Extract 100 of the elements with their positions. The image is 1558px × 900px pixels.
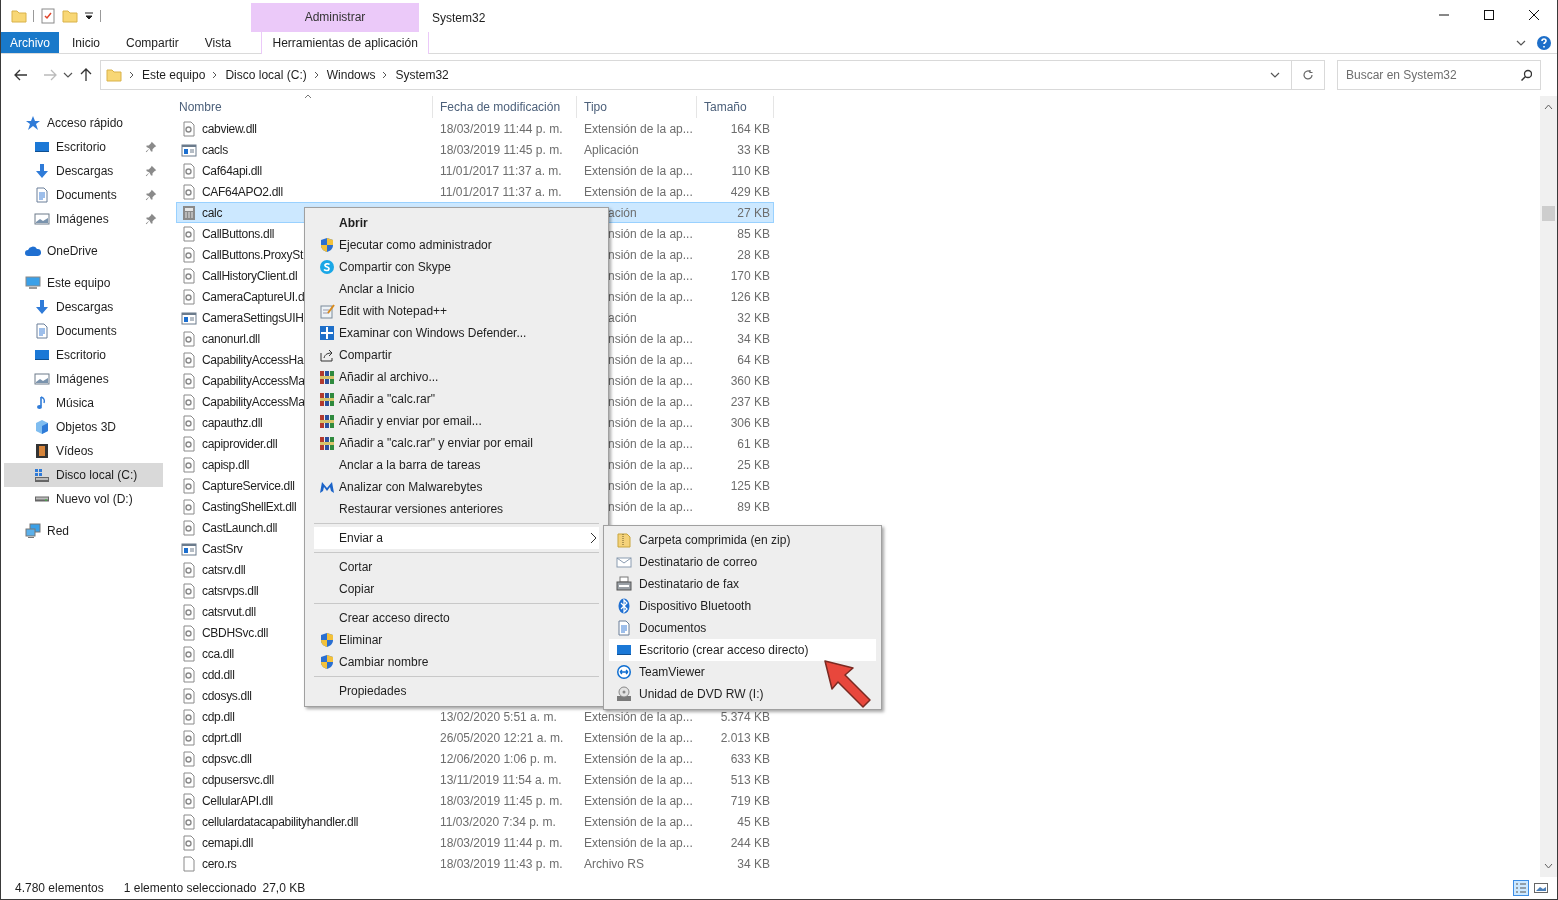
file-type: Extensión de la ap... [584, 163, 693, 178]
file-name: cca.dll [202, 645, 234, 663]
modified-date: 13/02/2020 5:51 a. m. [440, 709, 557, 724]
file-size: 28 KB [737, 247, 770, 262]
file-type: nsión de la ap... [608, 436, 693, 451]
file-size: 719 KB [730, 793, 770, 808]
file-type: Extensión de la ap... [584, 709, 693, 724]
file-name: CBDHSvc.dll [202, 624, 269, 642]
file-type: nsión de la ap... [608, 478, 693, 493]
file-type: ación [608, 310, 637, 325]
file-size: 27 KB [737, 205, 770, 220]
file-size: 110 KB [731, 163, 770, 178]
item-count: 4.780 elementos [15, 880, 104, 897]
modified-date: 18/03/2019 11:43 p. m. [440, 856, 563, 871]
file-size: 360 KB [730, 373, 770, 388]
file-name: cdp.dll [202, 708, 235, 726]
file-type: nsión de la ap... [608, 373, 693, 388]
file-type: Aplicación [584, 142, 639, 157]
file-name: CaptureService.dll [202, 477, 295, 495]
file-type: nsión de la ap... [608, 247, 693, 262]
file-size: 2.013 KB [720, 730, 770, 745]
file-name: catsrvut.dll [202, 603, 256, 621]
file-type: nsión de la ap... [608, 289, 693, 304]
selection-info: 1 elemento seleccionado [123, 880, 257, 897]
file-type: Extensión de la ap... [584, 730, 693, 745]
file-size: 244 KB [730, 835, 770, 850]
file-size: 513 KB [730, 772, 770, 787]
file-type: nsión de la ap... [608, 331, 693, 346]
modified-date: 11/03/2020 7:34 p. m. [440, 814, 556, 829]
file-name: CastSrv [202, 540, 243, 558]
window-title: System32 [432, 10, 486, 27]
modified-date: 13/11/2019 11:54 a. m. [440, 772, 562, 787]
file-name: cdpsvc.dll [202, 750, 252, 768]
file-size: 61 KB [737, 436, 770, 451]
file-type: nsión de la ap... [608, 394, 693, 409]
file-size: 5.374 KB [720, 709, 770, 724]
modified-date: 11/01/2017 11:37 a. m. [440, 184, 562, 199]
file-name: catsrv.dll [202, 561, 246, 579]
file-name: CameraSettingsUIH [202, 309, 304, 327]
file-size: 306 KB [730, 415, 770, 430]
file-name: CapabilityAccessMa [202, 372, 305, 390]
file-type: Extensión de la ap... [584, 121, 693, 136]
file-type: Extensión de la ap... [584, 751, 693, 766]
file-type: Extensión de la ap... [584, 184, 693, 199]
file-name: cellulardatacapabilityhandler.dll [202, 813, 359, 831]
file-name: CastingShellExt.dll [202, 498, 297, 516]
file-name: calc [202, 204, 223, 222]
file-name: CapabilityAccessHa [202, 351, 304, 369]
file-size: 64 KB [737, 352, 770, 367]
file-name: cdosys.dll [202, 687, 252, 705]
file-size: 32 KB [737, 310, 770, 325]
file-name: capiprovider.dll [202, 435, 278, 453]
file-size: 34 KB [737, 856, 770, 871]
file-type: Archivo RS [584, 856, 645, 871]
file-size: 429 KB [730, 184, 770, 199]
file-type: Extensión de la ap... [584, 772, 693, 787]
file-type: nsión de la ap... [608, 499, 693, 514]
file-type: nsión de la ap... [608, 415, 693, 430]
contextual-tab-group: Administrar [251, 3, 419, 32]
file-name: capauthz.dll [202, 414, 263, 432]
file-size: 89 KB [737, 499, 770, 514]
modified-date: 18/03/2019 11:45 p. m. [440, 142, 563, 157]
file-name: cdpusersvc.dll [202, 771, 274, 789]
file-name: cero.rs [202, 855, 237, 873]
file-type: Extensión de la ap... [584, 793, 693, 808]
file-size: 45 KB [737, 814, 770, 829]
modified-date: 11/01/2017 11:37 a. m. [440, 163, 562, 178]
file-type: nsión de la ap... [608, 457, 693, 472]
file-name: CastLaunch.dll [202, 519, 278, 537]
file-name: cdprt.dll [202, 729, 242, 747]
file-name: CAF64APO2.dll [202, 183, 283, 201]
file-name: CallHistoryClient.dl [202, 267, 298, 285]
file-size: 125 KB [730, 478, 770, 493]
file-size: 170 KB [730, 268, 770, 283]
file-size: 164 KB [730, 121, 770, 136]
file-type: nsión de la ap... [608, 352, 693, 367]
file-name: cacls [202, 141, 228, 159]
file-size: 237 KB [730, 394, 770, 409]
file-name: capisp.dll [202, 456, 250, 474]
modified-date: 18/03/2019 11:44 p. m. [440, 121, 563, 136]
file-type: nsión de la ap... [608, 268, 693, 283]
modified-date: 26/05/2020 12:21 a. m. [440, 730, 564, 745]
file-type: Extensión de la ap... [584, 835, 693, 850]
file-size: 85 KB [737, 226, 770, 241]
file-name: catsrvps.dll [202, 582, 259, 600]
file-name: cdd.dll [202, 666, 235, 684]
file-size: 126 KB [730, 289, 770, 304]
file-size: 25 KB [737, 457, 770, 472]
file-type: ación [608, 205, 637, 220]
file-name: CallButtons.ProxySt [202, 246, 303, 264]
file-name: CapabilityAccessMa [202, 393, 305, 411]
file-size: 633 KB [730, 751, 770, 766]
file-name: CellularAPI.dll [202, 792, 273, 810]
file-size: 33 KB [737, 142, 770, 157]
file-name: cabview.dll [202, 120, 257, 138]
file-name: CameraCaptureUI.d [202, 288, 305, 306]
file-size: 34 KB [737, 331, 770, 346]
selection-size: 27,0 KB [262, 880, 306, 897]
file-name: Caf64api.dll [202, 162, 262, 180]
modified-date: 18/03/2019 11:45 p. m. [440, 793, 563, 808]
